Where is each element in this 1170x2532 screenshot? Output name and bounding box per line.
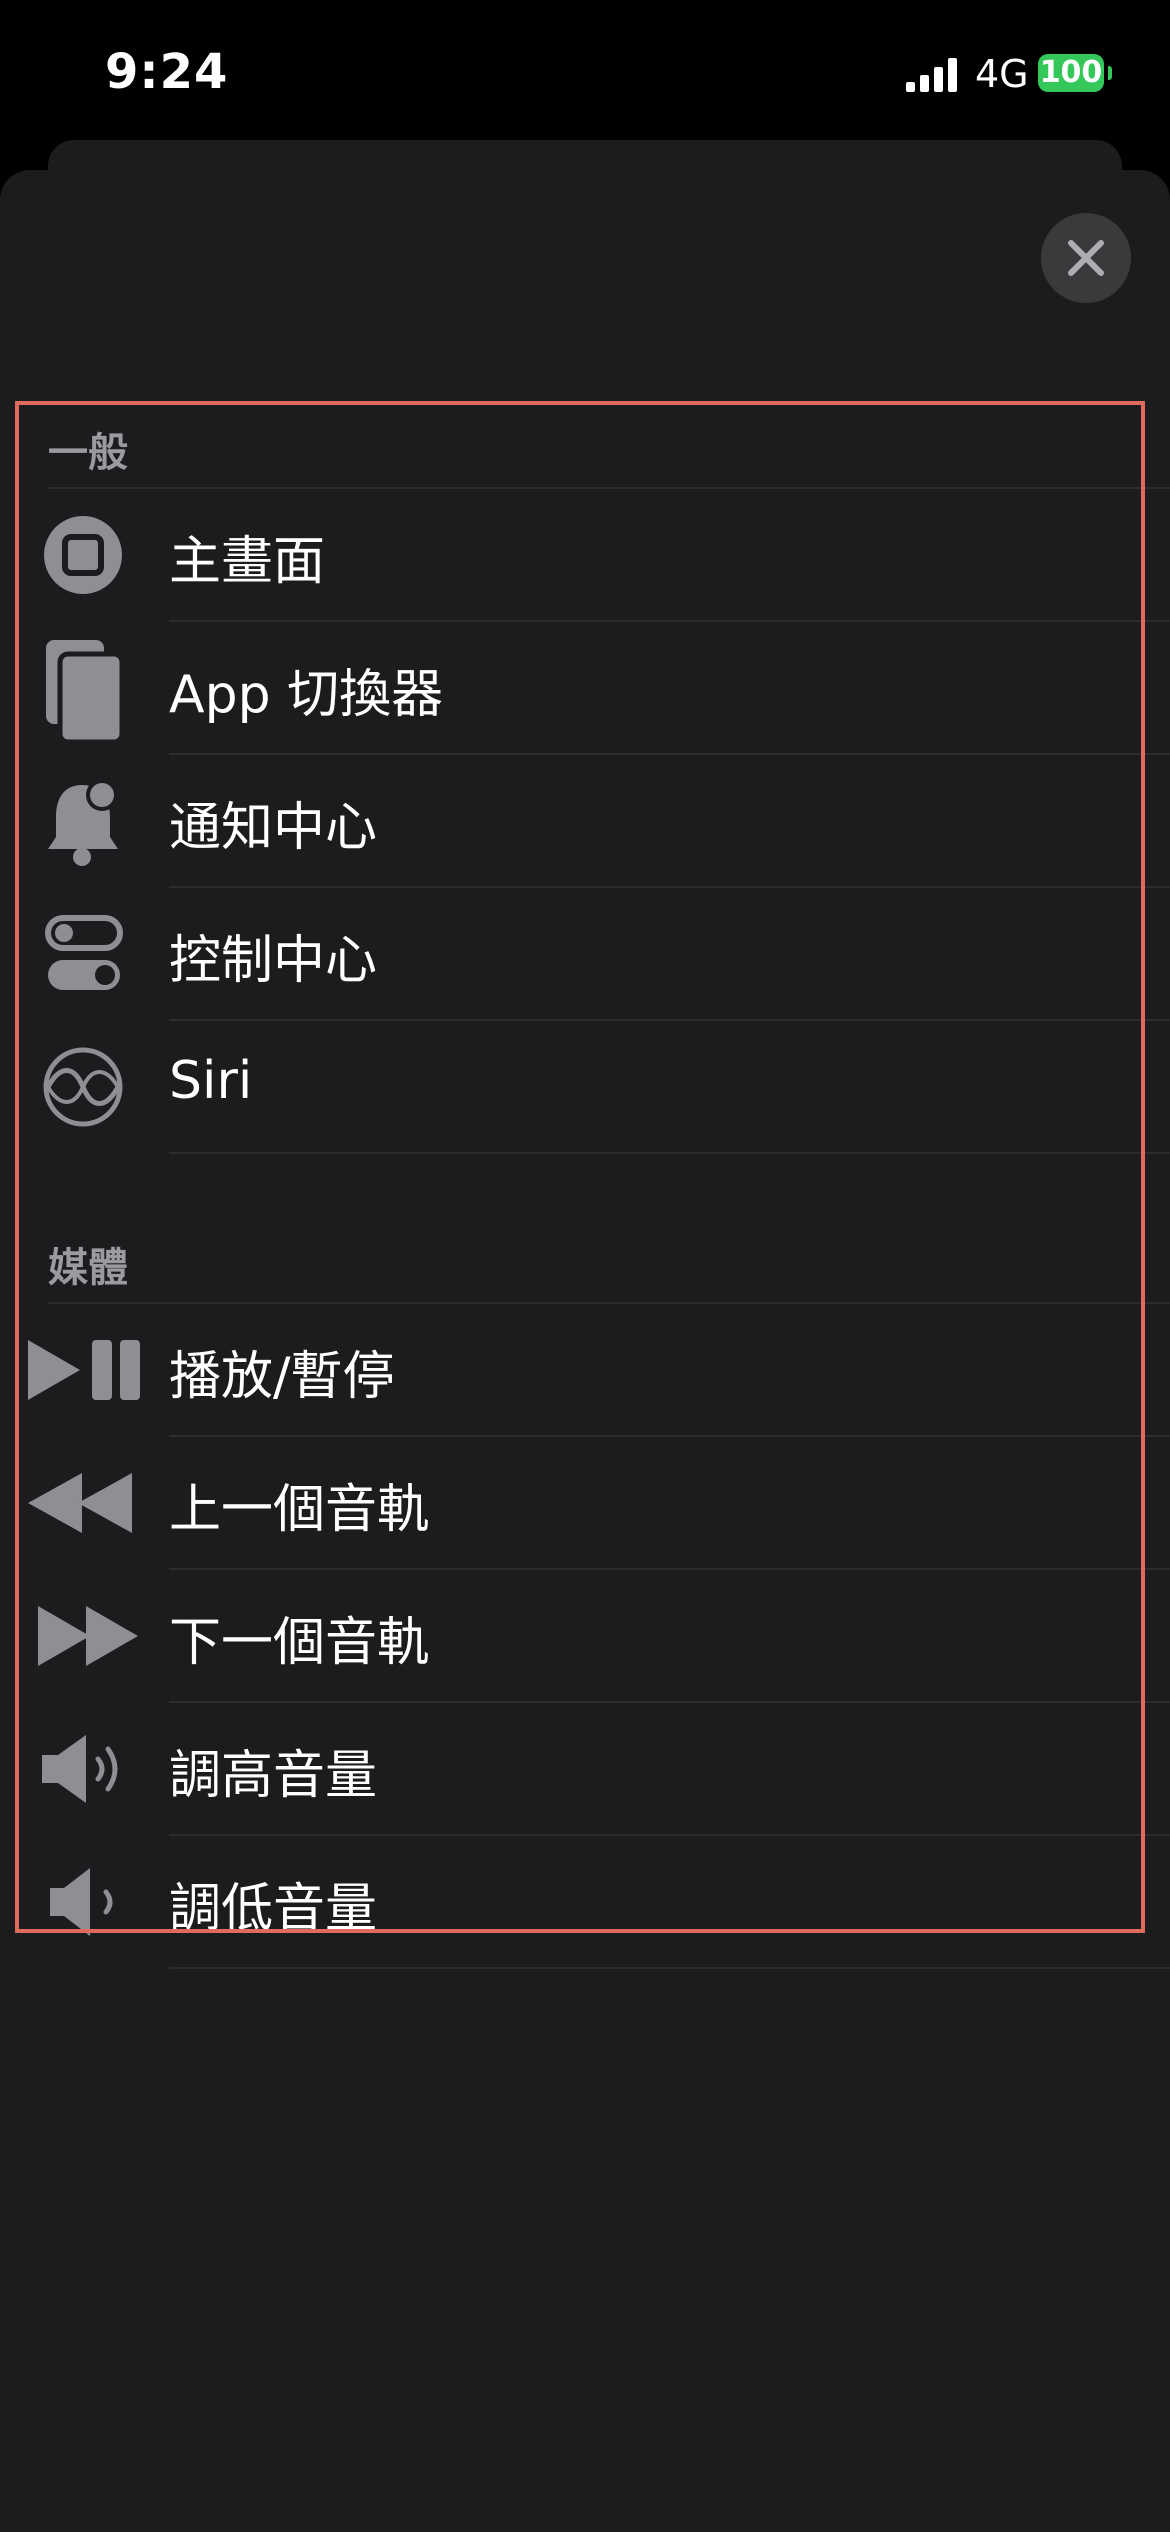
list-item-home[interactable]: 主畫面 xyxy=(0,489,1170,622)
battery-icon: 100 xyxy=(1038,54,1104,92)
status-bar: 9:24 4G 100 xyxy=(0,0,1170,150)
list-item-notification-center[interactable]: 通知中心 xyxy=(0,755,1170,888)
notification-bell-icon xyxy=(24,755,144,888)
list-item-label: 播放/暫停 xyxy=(169,1347,395,1407)
list-item-label: 控制中心 xyxy=(169,931,378,991)
list-item-label: Siri xyxy=(169,1051,253,1111)
status-time: 9:24 xyxy=(105,44,229,100)
volume-up-icon xyxy=(24,1703,144,1836)
previous-track-icon xyxy=(24,1437,144,1570)
app-switcher-icon xyxy=(24,622,144,755)
battery-cap xyxy=(1108,66,1112,80)
list-item-label: 調高音量 xyxy=(169,1746,378,1806)
list-item-app-switcher[interactable]: App 切換器 xyxy=(0,622,1170,755)
row-divider xyxy=(169,1152,1170,1154)
section-header-general: 一般 xyxy=(48,430,128,476)
list-item-label: 下一個音軌 xyxy=(169,1613,430,1673)
next-track-icon xyxy=(24,1570,144,1703)
cellular-signal-icon xyxy=(906,58,958,92)
list-item-control-center[interactable]: 控制中心 xyxy=(0,888,1170,1021)
close-button[interactable] xyxy=(1041,213,1131,303)
list-item-siri[interactable]: Siri xyxy=(0,1021,1170,1154)
list-item-label: 調低音量 xyxy=(169,1879,378,1939)
close-icon xyxy=(1068,240,1104,276)
list-item-previous-track[interactable]: 上一個音軌 xyxy=(0,1437,1170,1570)
list-item-volume-up[interactable]: 調高音量 xyxy=(0,1703,1170,1836)
list-item-next-track[interactable]: 下一個音軌 xyxy=(0,1570,1170,1703)
home-button-icon xyxy=(24,489,144,622)
row-divider xyxy=(169,1967,1170,1969)
list-item-label: 主畫面 xyxy=(169,532,326,592)
list-item-label: 通知中心 xyxy=(169,798,378,858)
list-item-play-pause[interactable]: 播放/暫停 xyxy=(0,1304,1170,1437)
list-item-volume-down[interactable]: 調低音量 xyxy=(0,1836,1170,1969)
play-pause-icon xyxy=(24,1304,154,1437)
volume-down-icon xyxy=(24,1836,144,1969)
control-center-toggles-icon xyxy=(24,888,144,1021)
siri-icon xyxy=(24,1021,144,1154)
section-header-media: 媒體 xyxy=(48,1245,128,1291)
list-item-label: 上一個音軌 xyxy=(169,1480,430,1540)
list-item-label: App 切換器 xyxy=(169,665,444,725)
network-type: 4G xyxy=(975,52,1029,96)
